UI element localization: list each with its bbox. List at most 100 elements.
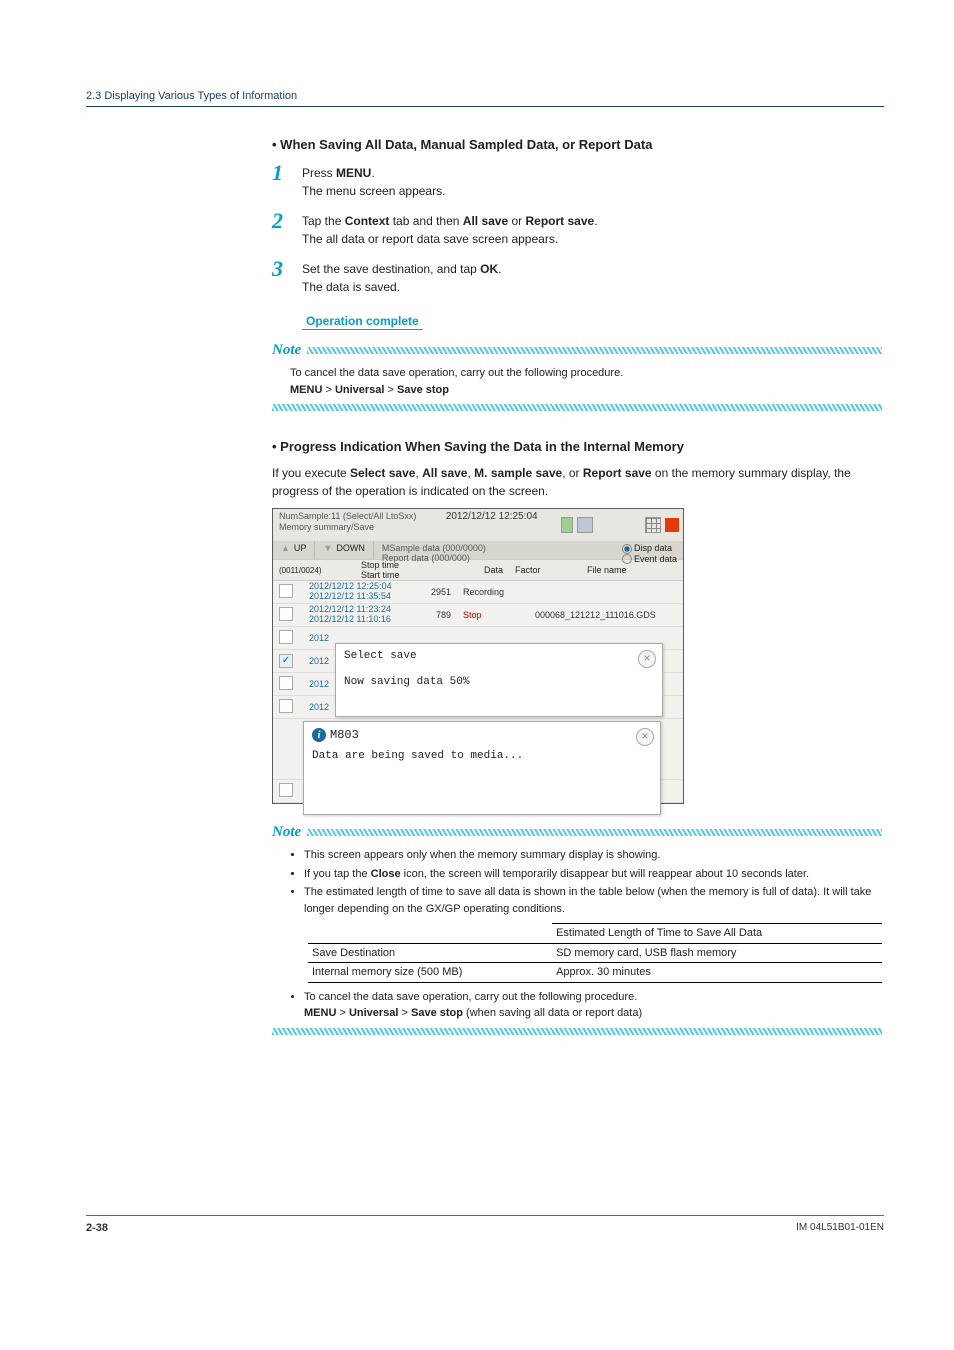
hatch-divider-2: [272, 1028, 882, 1035]
ss-counter: (0011/0024): [273, 566, 355, 575]
page-footer: 2-38 IM 04L51B01-01EN: [86, 1215, 884, 1234]
pi-d: All save: [422, 466, 467, 480]
step-2-a: Tap the: [302, 214, 345, 228]
note2b-savestop: Save stop: [411, 1007, 463, 1019]
note-1-savestop: Save stop: [397, 384, 449, 396]
pi-f: M. sample save: [474, 466, 562, 480]
est-h2: Estimated Length of Time to Save All Dat…: [552, 924, 882, 944]
note-1-body: To cancel the data save operation, carry…: [272, 359, 882, 398]
table-row[interactable]: 2012/12/12 11:23:242012/12/12 11:10:16 7…: [273, 604, 683, 627]
note-2-body: This screen appears only when the memory…: [272, 841, 882, 1022]
info-icon: i: [312, 728, 326, 742]
row-checkbox[interactable]: [279, 676, 293, 690]
r1-fn: 000068_121212_111016.GDS: [529, 610, 683, 620]
section-header: 2.3 Displaying Various Types of Informat…: [86, 90, 884, 107]
pi-h: Report save: [583, 466, 652, 480]
step-1-text-c: .: [371, 166, 374, 180]
step-3-ok: OK: [480, 262, 498, 276]
row-checkbox[interactable]: [279, 630, 293, 644]
radio-event-label: Event data: [634, 554, 677, 564]
step-2-g: .: [594, 214, 597, 228]
note-1-l1: To cancel the data save operation, carry…: [290, 367, 623, 379]
hatch-divider-1: [272, 404, 882, 411]
ov2-code: M803: [330, 728, 359, 742]
radio-event-data[interactable]: [622, 554, 632, 564]
step-1-number: 1: [272, 162, 302, 184]
step-3-line2: The data is saved.: [302, 280, 400, 294]
radio-disp-data[interactable]: [622, 544, 632, 554]
ss-down-button[interactable]: DOWN: [315, 541, 373, 559]
pi-g: , or: [562, 466, 583, 480]
row-checkbox[interactable]: ✓: [279, 654, 293, 668]
row-checkbox[interactable]: [279, 584, 293, 598]
sd-card-icon[interactable]: [561, 517, 573, 533]
step-2-allsave: All save: [463, 214, 508, 228]
note2b-li4: To cancel the data save operation, carry…: [304, 991, 637, 1003]
close-icon[interactable]: ×: [636, 728, 654, 746]
ss-up-button[interactable]: UP: [273, 541, 315, 559]
tr0: 2012: [303, 633, 405, 643]
heading-progress-indication: Progress Indication When Saving the Data…: [272, 439, 882, 454]
est-r2c2: Approx. 30 minutes: [552, 963, 882, 983]
note2-close: Close: [371, 868, 401, 880]
note2-li3: The estimated length of time to save all…: [304, 886, 871, 915]
ov2-msg: Data are being saved to media...: [312, 750, 652, 762]
note2b-suffix: (when saving all data or report data): [463, 1007, 642, 1019]
ov1-progress: Now saving data 50%: [344, 676, 654, 688]
note2-li2c: icon, the screen will temporarily disapp…: [401, 868, 809, 880]
note-label-1: Note: [272, 342, 301, 359]
note-1-menu: MENU: [290, 384, 322, 396]
note2b-menu: MENU: [304, 1007, 336, 1019]
step-2-reportsave: Report save: [526, 214, 595, 228]
message-overlay: i M803 × Data are being saved to media...: [303, 721, 661, 815]
ss-datetime: 2012/12/12 12:25:04: [422, 511, 561, 522]
r0-f: Recording: [457, 587, 529, 597]
doc-id: IM 04L51B01-01EN: [796, 1222, 884, 1234]
step-2-c: tab and then: [389, 214, 462, 228]
step-2-number: 2: [272, 210, 302, 232]
operation-complete: Operation complete: [302, 314, 423, 330]
note-1-universal: Universal: [335, 384, 385, 396]
row-checkbox[interactable]: [279, 699, 293, 713]
est-r2c1: Internal memory size (500 MB): [308, 963, 552, 983]
hdr-data: Data: [457, 565, 509, 575]
row-checkbox[interactable]: [279, 783, 293, 797]
close-icon[interactable]: ×: [638, 650, 656, 668]
step-3: 3 Set the save destination, and tap OK. …: [272, 258, 882, 296]
table-row[interactable]: 2012/12/12 12:25:042012/12/12 11:35:54 2…: [273, 581, 683, 604]
ss-sub1: MSample data (000/0000): [382, 543, 486, 553]
r0-d: 2951: [405, 587, 457, 597]
step-2: 2 Tap the Context tab and then All save …: [272, 210, 882, 248]
step-3-number: 3: [272, 258, 302, 280]
hdr-start-time: Start time: [361, 570, 400, 580]
usb-icon[interactable]: [577, 517, 593, 533]
stop-icon[interactable]: [665, 518, 679, 532]
hatch-icon: [307, 829, 882, 836]
r1-f: Stop: [457, 610, 529, 620]
embedded-screenshot: NumSample:11 (Select/All LtoSxx) Memory …: [272, 508, 684, 804]
step-1-text-a: Press: [302, 166, 336, 180]
hdr-filename: File name: [581, 565, 683, 575]
keypad-icon[interactable]: [645, 517, 661, 533]
step-2-e: or: [508, 214, 525, 228]
step-2-context: Context: [345, 214, 390, 228]
hdr-stop-time: Stop time: [361, 560, 399, 570]
step-1: 1 Press MENU. The menu screen appears.: [272, 162, 882, 200]
heading-saving-all-data: When Saving All Data, Manual Sampled Dat…: [272, 137, 882, 152]
r1-t2: 2012/12/12 11:10:16: [309, 615, 399, 625]
step-1-menu: MENU: [336, 166, 371, 180]
pi-b: Select save: [350, 466, 415, 480]
note-label-2: Note: [272, 824, 301, 841]
page-number: 2-38: [86, 1222, 108, 1234]
step-3-a: Set the save destination, and tap: [302, 262, 480, 276]
row-checkbox[interactable]: [279, 607, 293, 621]
step-2-line2: The all data or report data save screen …: [302, 232, 558, 246]
note2b-universal: Universal: [349, 1007, 399, 1019]
hatch-icon: [307, 347, 882, 354]
note-1-gt2: >: [384, 384, 397, 396]
note2b-gt2: >: [398, 1007, 411, 1019]
note2-li2a: If you tap the: [304, 868, 371, 880]
step-1-line2: The menu screen appears.: [302, 184, 445, 198]
select-save-overlay: Select save × Now saving data 50%: [335, 643, 663, 717]
hdr-factor: Factor: [509, 565, 581, 575]
